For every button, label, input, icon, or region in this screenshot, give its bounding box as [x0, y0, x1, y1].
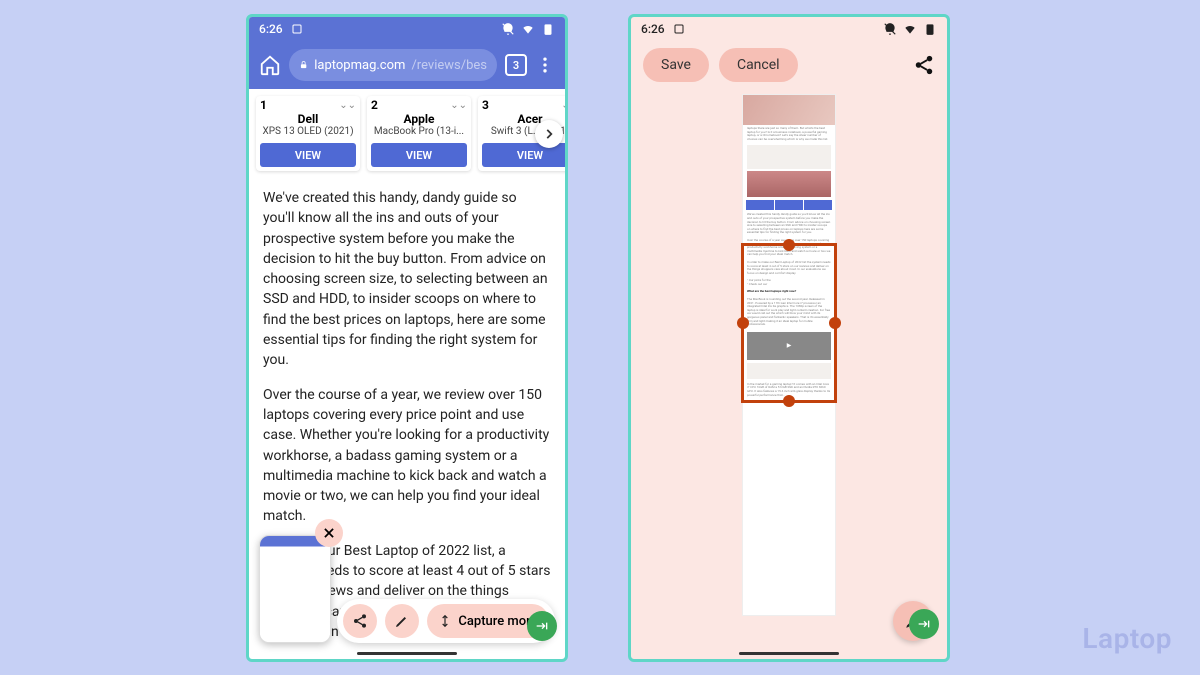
browser-toolbar: laptopmag.com/reviews/bes 3 — [249, 41, 565, 89]
crop-handle-top[interactable] — [783, 239, 795, 251]
cancel-button[interactable]: Cancel — [719, 48, 798, 82]
overflow-menu-icon[interactable] — [535, 55, 555, 75]
share-icon — [352, 613, 368, 629]
screenshot-thumbnail[interactable] — [259, 535, 331, 643]
chevron-down-icon: ⌄⌄ — [450, 100, 467, 111]
view-button[interactable]: VIEW — [482, 143, 568, 167]
status-time: 6:26 — [259, 22, 283, 36]
share-icon[interactable] — [913, 54, 935, 76]
home-icon[interactable] — [259, 54, 281, 76]
wifi-icon — [903, 22, 917, 36]
arrow-icon — [534, 618, 550, 634]
dismiss-thumbnail-button[interactable] — [315, 519, 343, 547]
assistant-fab[interactable] — [527, 611, 557, 641]
carousel-next-button[interactable] — [535, 120, 563, 148]
pencil-icon — [394, 613, 410, 629]
gesture-handle[interactable] — [357, 652, 457, 655]
card-brand: Dell — [260, 112, 356, 126]
crop-handle-right[interactable] — [829, 317, 841, 329]
phone-right: 6:26 Save Cancel laptops there are just … — [628, 14, 950, 662]
screenshot-indicator-icon — [673, 23, 685, 35]
rank-badge: 1 — [260, 98, 267, 112]
lock-icon — [299, 59, 308, 71]
product-card[interactable]: 1 ⌄⌄ Dell XPS 13 OLED (2021) VIEW — [256, 96, 360, 171]
crop-selection[interactable] — [741, 243, 837, 403]
share-button[interactable] — [343, 604, 377, 638]
rank-badge: 2 — [371, 98, 378, 112]
wifi-icon — [521, 22, 535, 36]
chevron-down-icon: ⌄⌄ — [339, 100, 356, 111]
crop-handle-bottom[interactable] — [783, 395, 795, 407]
screenshot-toolbar: Capture more — [337, 599, 555, 643]
crop-handle-left[interactable] — [737, 317, 749, 329]
rank-badge: 3 — [482, 98, 489, 112]
view-button[interactable]: VIEW — [260, 143, 356, 167]
save-button[interactable]: Save — [643, 48, 709, 82]
close-icon — [322, 526, 336, 540]
editor-toolbar: Save Cancel — [631, 41, 947, 89]
url-bar[interactable]: laptopmag.com/reviews/bes — [289, 49, 497, 81]
card-model: XPS 13 OLED (2021) — [260, 126, 356, 137]
product-card[interactable]: 2 ⌄⌄ Apple MacBook Pro (13-i... VIEW — [367, 96, 471, 171]
dnd-icon — [501, 22, 515, 36]
chevron-right-icon — [542, 127, 556, 141]
arrow-icon — [916, 616, 932, 632]
url-host: laptopmag.com — [314, 58, 405, 73]
gesture-handle[interactable] — [739, 652, 839, 655]
battery-icon — [541, 22, 555, 36]
edit-button[interactable] — [385, 604, 419, 638]
assistant-fab[interactable] — [909, 609, 939, 639]
status-bar: 6:26 — [249, 17, 565, 41]
tab-switcher[interactable]: 3 — [505, 54, 527, 76]
view-button[interactable]: VIEW — [371, 143, 467, 167]
paragraph: We've created this handy, dandy guide so… — [263, 188, 551, 371]
status-bar: 6:26 — [631, 17, 947, 41]
chevron-down-icon: ⌄⌄ — [561, 100, 568, 111]
card-model: MacBook Pro (13-i... — [371, 126, 467, 137]
paragraph: Over the course of a year, we review ove… — [263, 385, 551, 527]
battery-icon — [923, 22, 937, 36]
screenshot-indicator-icon — [291, 23, 303, 35]
url-path: /reviews/bes — [411, 58, 487, 73]
phone-left: 6:26 laptopmag.com/reviews/bes 3 1 ⌄⌄ De… — [246, 14, 568, 662]
dnd-icon — [883, 22, 897, 36]
watermark: Laptop — [1082, 622, 1172, 655]
expand-vertical-icon — [438, 614, 452, 628]
status-time: 6:26 — [641, 22, 665, 36]
capture-more-label: Capture more — [458, 614, 537, 629]
product-carousel: 1 ⌄⌄ Dell XPS 13 OLED (2021) VIEW 2 ⌄⌄ A… — [249, 89, 565, 178]
card-brand: Apple — [371, 112, 467, 126]
